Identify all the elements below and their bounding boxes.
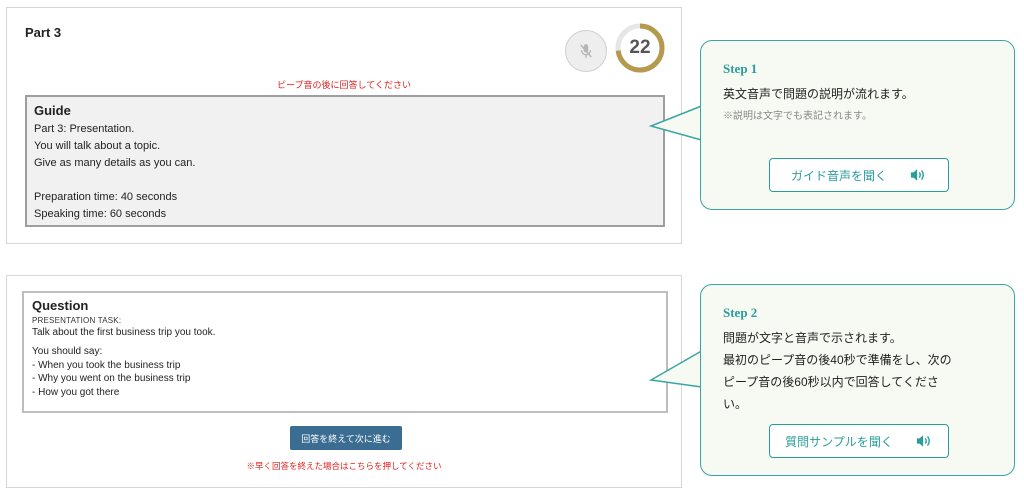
guide-line: Speaking time: 60 seconds: [34, 208, 167, 220]
guide-audio-label: ガイド音声を聞く: [790, 168, 887, 183]
question-point: You should say:: [32, 346, 103, 357]
speaker-icon: [916, 435, 930, 447]
beep-instruction: ピープ音の後に回答してください: [277, 80, 411, 90]
step1-label: Step 1: [723, 61, 758, 76]
guide-line: You will talk about a topic.: [34, 140, 161, 152]
step2-callout: Step 2 問題が文字と音声で示されます。 最初のピープ音の後40秒で準備をし…: [700, 284, 1015, 476]
guide-line: [34, 172, 656, 189]
step2-line: い。: [723, 397, 748, 411]
question-panel: Question PRESENTATION TASK: Talk about t…: [6, 275, 682, 488]
step1-callout: Step 1 英文音声で問題の説明が流れます。 ※説明は文字でも表記されます。 …: [700, 40, 1015, 210]
guide-title: Guide: [34, 103, 71, 118]
part-title: Part 3: [25, 25, 62, 40]
step1-text: 英文音声で問題の説明が流れます。: [723, 87, 914, 101]
question-title: Question: [32, 298, 89, 313]
step2-label: Step 2: [723, 305, 758, 320]
question-box: Question PRESENTATION TASK: Talk about t…: [22, 291, 668, 413]
step1-note: ※説明は文字でも表記されます。: [723, 111, 872, 122]
guide-line: Give as many details as you can.: [34, 157, 196, 169]
question-sample-audio-button[interactable]: 質問サンプルを聞く: [769, 424, 949, 458]
countdown-timer: 22: [614, 22, 666, 74]
step2-line: ピープ音の後60秒以内で回答してくださ: [723, 375, 939, 389]
microphone-muted-button[interactable]: [565, 30, 607, 72]
question-sample-label: 質問サンプルを聞く: [785, 434, 893, 449]
callout-pointer: [648, 349, 706, 389]
guide-box: Guide Part 3: Presentation. You will tal…: [25, 95, 665, 227]
step2-line: 問題が文字と音声で示されます。: [723, 331, 902, 345]
microphone-off-icon: [580, 44, 592, 58]
callout-pointer: [648, 104, 706, 142]
timer-value: 22: [629, 37, 651, 58]
guide-panel: Part 3 22 ピープ音の後に回答してください Guide Part 3: …: [6, 7, 682, 244]
question-point: - How you got there: [32, 386, 120, 398]
guide-line: Preparation time: 40 seconds: [34, 191, 178, 203]
guide-line: Part 3: Presentation.: [34, 123, 135, 135]
question-point: - When you took the business trip: [32, 359, 181, 371]
finish-answer-next-button[interactable]: 回答を終えて次に進む: [290, 426, 402, 450]
question-prompt: Talk about the first business trip you t…: [32, 327, 216, 338]
early-finish-note: ※早く回答を終えた場合はこちらを押してください: [246, 461, 442, 471]
step2-line: 最初のピープ音の後40秒で準備をし、次の: [723, 353, 952, 367]
guide-audio-button[interactable]: ガイド音声を聞く: [769, 158, 949, 192]
question-points: You should say: - When you took the busi…: [32, 345, 658, 399]
speaker-icon: [910, 169, 924, 181]
question-task-label: PRESENTATION TASK:: [32, 316, 122, 325]
question-point: - Why you went on the business trip: [32, 373, 191, 384]
